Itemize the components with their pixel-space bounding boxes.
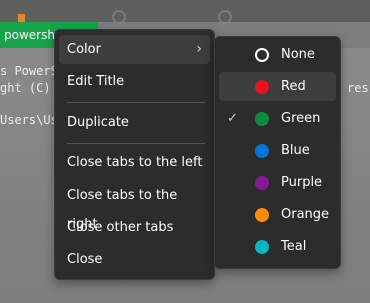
color-option-label: Orange bbox=[281, 207, 330, 222]
menu-item-color[interactable]: Color › bbox=[59, 35, 210, 64]
faded-icon bbox=[112, 10, 126, 24]
color-option-blue[interactable]: Blue bbox=[219, 136, 336, 165]
chevron-right-icon: › bbox=[196, 41, 202, 57]
menu-item-label: Edit Title bbox=[67, 74, 125, 89]
menu-item-edit-title[interactable]: Edit Title bbox=[59, 67, 210, 96]
terminal-line: res bbox=[347, 81, 369, 95]
menu-item-close-tabs-right[interactable]: Close tabs to the right bbox=[59, 181, 210, 232]
menu-item-label: Close other tabs bbox=[67, 220, 174, 235]
color-swatch bbox=[255, 208, 269, 222]
menu-separator bbox=[67, 143, 205, 144]
terminal-line: Users\Us bbox=[0, 113, 58, 127]
color-option-label: Green bbox=[281, 111, 321, 126]
menu-item-label: Color bbox=[67, 42, 101, 57]
menu-item-close-tabs-left[interactable]: Close tabs to the left bbox=[59, 148, 210, 177]
menu-item-duplicate[interactable]: Duplicate bbox=[59, 108, 210, 137]
color-option-orange[interactable]: Orange bbox=[219, 200, 336, 229]
menu-item-label: Close tabs to the left bbox=[67, 155, 203, 170]
color-option-label: Purple bbox=[281, 175, 323, 190]
terminal-line: ght (C) bbox=[0, 81, 51, 95]
color-option-teal[interactable]: Teal bbox=[219, 232, 336, 261]
color-swatch bbox=[255, 240, 269, 254]
tab-context-menu: Color › Edit Title Duplicate Close tabs … bbox=[54, 29, 215, 280]
color-swatch bbox=[255, 144, 269, 158]
terminal-line: s PowerS bbox=[0, 64, 58, 78]
checkmark-icon: ✓ bbox=[227, 111, 238, 126]
color-option-green[interactable]: ✓ Green bbox=[219, 104, 336, 133]
color-swatch bbox=[255, 48, 269, 62]
color-swatch bbox=[255, 112, 269, 126]
color-option-label: Blue bbox=[281, 143, 310, 158]
menu-item-close[interactable]: Close bbox=[59, 245, 210, 274]
color-option-red[interactable]: Red bbox=[219, 72, 336, 101]
color-option-purple[interactable]: Purple bbox=[219, 168, 336, 197]
menu-item-close-other-tabs[interactable]: Close other tabs bbox=[59, 213, 210, 242]
color-option-none[interactable]: None bbox=[219, 40, 336, 69]
title-bar bbox=[0, 0, 370, 24]
color-swatch bbox=[255, 176, 269, 190]
tab-accent bbox=[18, 14, 25, 22]
color-swatch bbox=[255, 80, 269, 94]
color-option-label: Red bbox=[281, 79, 306, 94]
menu-item-label: Duplicate bbox=[67, 115, 129, 130]
color-option-label: Teal bbox=[281, 239, 307, 254]
faded-icon bbox=[218, 10, 232, 24]
menu-item-label: Close bbox=[67, 252, 103, 267]
color-submenu: None Red ✓ Green Blue Purple Orange Teal bbox=[214, 36, 341, 269]
color-option-label: None bbox=[281, 47, 315, 62]
menu-separator bbox=[67, 102, 205, 103]
